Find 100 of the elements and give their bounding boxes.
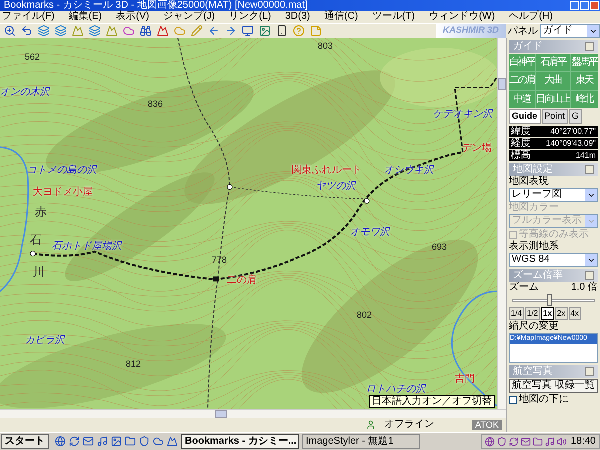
- tray-icon[interactable]: [544, 436, 555, 446]
- tray-icon[interactable]: [532, 436, 543, 446]
- quick-launch-icon[interactable]: [55, 436, 66, 447]
- coordinate-readout: 緯度 40°27'00.77": [509, 126, 598, 137]
- photo-list-button[interactable]: 航空写真 収録一覧: [509, 379, 598, 393]
- maximize-window-button[interactable]: [580, 1, 589, 10]
- minimize-button[interactable]: [585, 165, 594, 174]
- close-window-button[interactable]: [590, 1, 599, 10]
- mountain-icon[interactable]: [157, 25, 169, 37]
- layers-icon[interactable]: [38, 25, 50, 37]
- stream-label: コトメの島の沢: [27, 166, 97, 176]
- quick-launch-icon[interactable]: [153, 436, 164, 447]
- ime-toolbar[interactable]: ATOK: [472, 420, 502, 430]
- elevation-label: 562: [25, 53, 40, 62]
- elevation-label: 836: [148, 100, 164, 109]
- dropdown[interactable]: レリーフ図: [509, 188, 598, 202]
- zoom-step-button[interactable]: 2x: [555, 307, 568, 320]
- section-title: 地図設定: [513, 164, 553, 176]
- phone-icon[interactable]: [276, 25, 288, 37]
- zoom-in-icon[interactable]: [4, 25, 16, 37]
- map-view[interactable]: 562 オンの木沢 836 803 コトメの島の沢 大ヨドメ小屋 赤 石 川 石ホトド屋場沢 778 二の肩 カビラ沢 812 ケデオキン沢 デン場 関東ふれルート ヤツの沢 オシウキ沢 オモワ沢 693 802 ロトハチの沢 吉門 日本語入力オン／オフ切替: [0, 38, 497, 409]
- horizontal-scrollbar[interactable]: [0, 409, 506, 418]
- tray-icon[interactable]: [484, 436, 495, 446]
- menu-item[interactable]: 通信(C): [324, 11, 358, 23]
- menu-item[interactable]: ツール(T): [372, 11, 416, 23]
- menu-item[interactable]: 3D(3): [285, 11, 310, 23]
- layers-icon[interactable]: [55, 25, 67, 37]
- tray-icon[interactable]: [508, 436, 519, 446]
- menu-item[interactable]: ファイル(F): [2, 11, 55, 23]
- quick-launch-icon[interactable]: [69, 436, 80, 447]
- taskbar-task[interactable]: Bookmarks - カシミー...: [181, 434, 299, 449]
- elevation-label: 802: [357, 311, 372, 320]
- elevation-label: 693: [432, 243, 448, 252]
- monitor-icon[interactable]: [242, 25, 254, 37]
- minimize-button[interactable]: [585, 271, 594, 280]
- minimize-button[interactable]: [585, 42, 594, 51]
- checkbox-label: 等高線のみ表示: [519, 228, 589, 240]
- dropdown[interactable]: ガイド: [540, 24, 600, 38]
- minimize-window-button[interactable]: [570, 1, 579, 10]
- minimize-button[interactable]: [585, 367, 594, 376]
- image-icon[interactable]: [259, 25, 271, 37]
- quick-launch-icon[interactable]: [139, 436, 150, 447]
- elevation-label: 778: [212, 256, 228, 265]
- checkbox[interactable]: [509, 396, 517, 404]
- stream-label: カビラ沢: [25, 336, 65, 346]
- field-label: 地図表現: [509, 176, 550, 188]
- quick-launch-icon[interactable]: [125, 436, 136, 447]
- panel-tab[interactable]: Point: [542, 109, 568, 124]
- river-label: 赤: [35, 206, 47, 218]
- zoom-step-button[interactable]: 1/2: [525, 307, 540, 320]
- section-title: ガイド: [513, 40, 543, 52]
- stream-label: オシウキ沢: [384, 166, 434, 176]
- menu-item[interactable]: 編集(E): [68, 11, 102, 23]
- scrollbar-thumb[interactable]: [498, 78, 506, 90]
- quick-launch-icon[interactable]: [97, 436, 108, 447]
- tray-icon[interactable]: [496, 436, 507, 446]
- arrow-right-icon[interactable]: [225, 25, 237, 37]
- checkbox-label: 地図の下に: [519, 394, 569, 406]
- slider-thumb[interactable]: [547, 294, 552, 306]
- arrow-left-icon[interactable]: [208, 25, 220, 37]
- taskbar-task[interactable]: ImageStyler - 無題1: [302, 434, 420, 449]
- vertical-scrollbar[interactable]: [497, 38, 506, 409]
- scale-label: 縮尺の変更: [509, 321, 560, 333]
- dropdown[interactable]: WGS 84: [509, 253, 598, 267]
- stream-label: ケデオキン沢: [433, 110, 493, 120]
- place-label: 吉門: [455, 375, 475, 385]
- tray-icon[interactable]: [556, 436, 567, 446]
- quick-launch-icon[interactable]: [167, 436, 178, 447]
- menu-item[interactable]: ジャンプ(J): [163, 11, 216, 23]
- quick-launch-icon[interactable]: [83, 436, 94, 447]
- river-label: 石: [30, 234, 42, 246]
- panel-tab[interactable]: G: [569, 109, 582, 124]
- layers-icon[interactable]: [89, 25, 101, 37]
- zoom-step-button[interactable]: 1/4: [509, 307, 524, 320]
- clock: 18:40: [570, 436, 596, 448]
- zoom-step-button[interactable]: 1x: [541, 307, 554, 320]
- menu-item[interactable]: ヘルプ(H): [509, 11, 554, 23]
- undo-icon[interactable]: [21, 25, 33, 37]
- section-title: 航空写真: [513, 366, 553, 378]
- mountain-icon[interactable]: [72, 25, 84, 37]
- menu-item[interactable]: リンク(L): [229, 11, 272, 23]
- section-title: ズーム倍率: [513, 270, 563, 282]
- zoom-slider[interactable]: [512, 294, 595, 306]
- mountain-icon[interactable]: [106, 25, 118, 37]
- cloud-icon[interactable]: [123, 25, 135, 37]
- tooltip: 日本語入力オン／オフ切替: [369, 395, 495, 408]
- place-label: 二の肩: [227, 276, 257, 286]
- quick-launch-icon[interactable]: [111, 436, 122, 447]
- elevation-label: 812: [126, 360, 142, 369]
- stream-label: ロトハチの沢: [366, 385, 426, 395]
- panel-tab[interactable]: Guide: [509, 109, 541, 124]
- start-button[interactable]: スタート: [1, 434, 49, 449]
- menu-item[interactable]: 表示(V): [116, 11, 150, 23]
- logo-banner: KASHMIR 3D: [436, 24, 506, 38]
- menu-item[interactable]: ウィンドウ(W): [429, 11, 496, 23]
- binoculars-icon[interactable]: [140, 25, 152, 37]
- scrollbar-thumb[interactable]: [215, 410, 227, 418]
- tray-icon[interactable]: [520, 436, 531, 446]
- place-label: 大ヨドメ小屋: [33, 188, 93, 198]
- zoom-step-button[interactable]: 4x: [568, 307, 582, 320]
